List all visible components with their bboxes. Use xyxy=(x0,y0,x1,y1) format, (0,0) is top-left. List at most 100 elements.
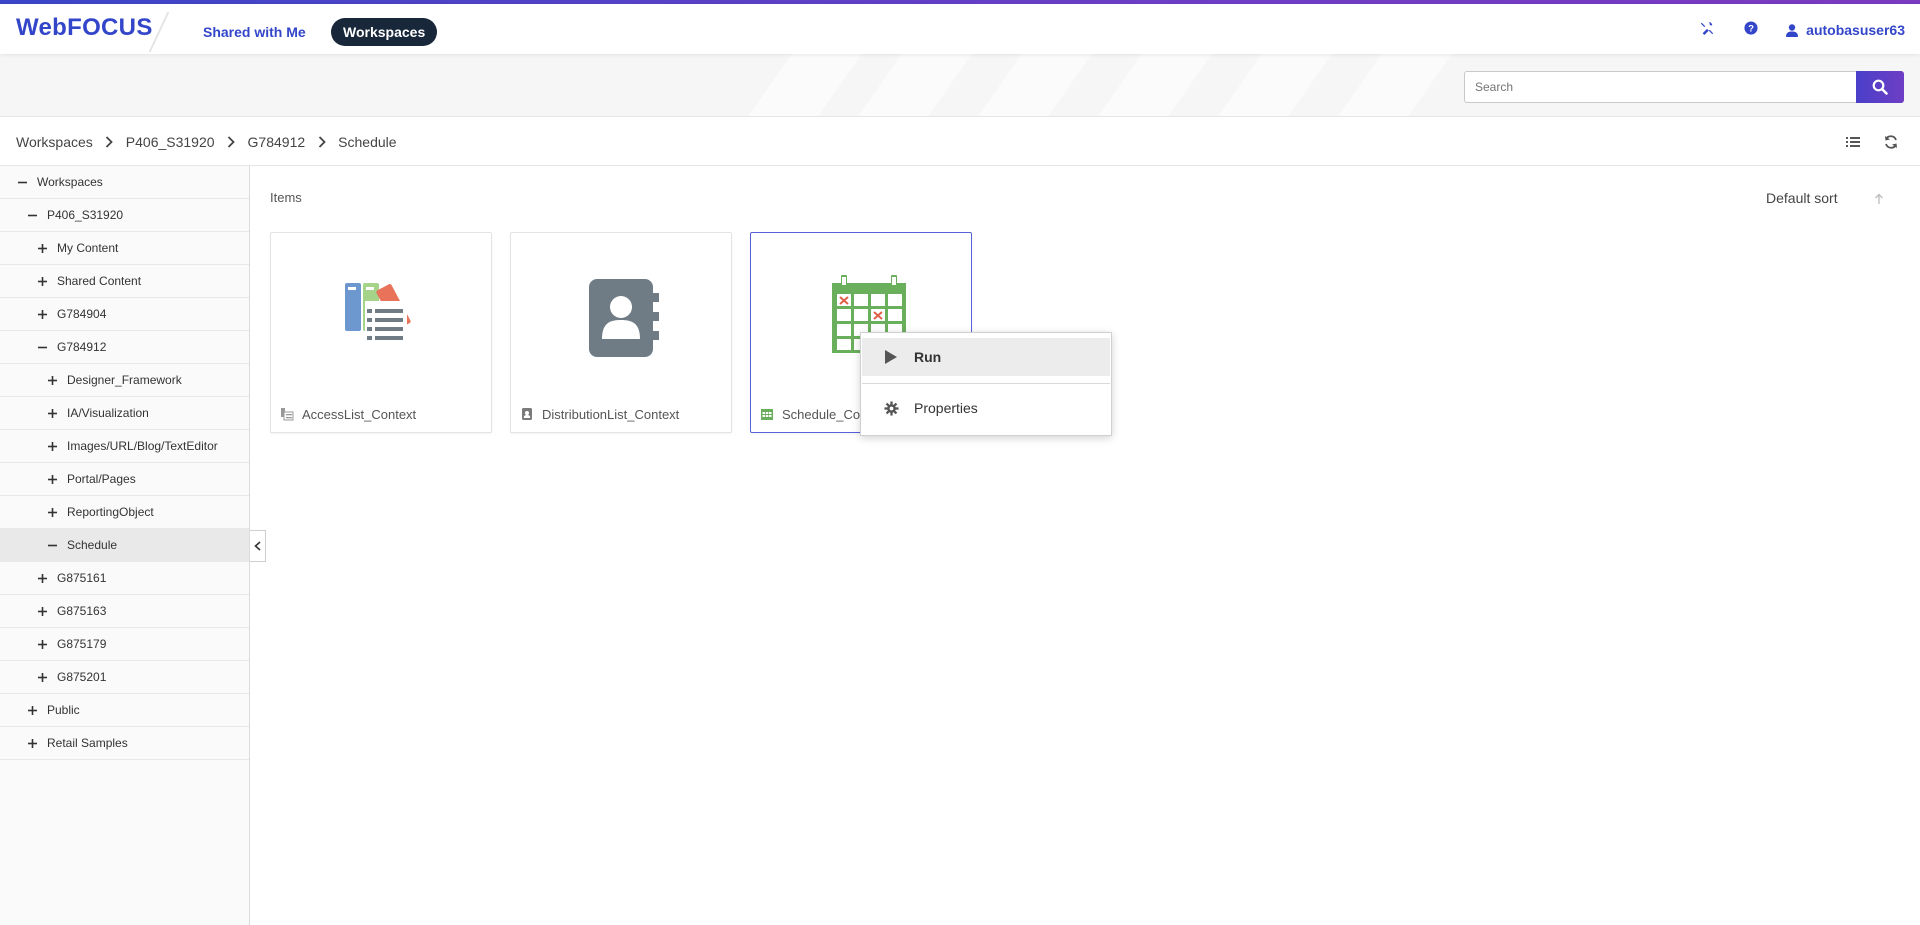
collapse-icon[interactable] xyxy=(37,342,47,352)
list-view-icon[interactable] xyxy=(1843,132,1863,152)
tree-item-label: G875179 xyxy=(57,637,107,651)
tree-item-g875179[interactable]: G875179 xyxy=(0,628,249,661)
collapse-icon[interactable] xyxy=(17,177,27,187)
menu-item-label: Properties xyxy=(914,400,978,416)
tree-item-g875163[interactable]: G875163 xyxy=(0,595,249,628)
chevron-right-icon xyxy=(305,136,338,148)
nav-shared-with-me[interactable]: Shared with Me xyxy=(203,18,306,46)
items-heading: Items xyxy=(270,190,302,205)
expand-icon[interactable] xyxy=(37,276,47,286)
breadcrumb-item-schedule[interactable]: Schedule xyxy=(338,134,396,150)
tree-item-label: G784904 xyxy=(57,307,107,321)
breadcrumb-item-g784912[interactable]: G784912 xyxy=(248,134,306,150)
tree-item-public[interactable]: Public xyxy=(0,694,249,727)
item-card-name: AccessList_Context xyxy=(302,406,417,422)
item-card-name: DistributionList_Context xyxy=(542,406,680,422)
tree-item-portal-pages[interactable]: Portal/Pages xyxy=(0,463,249,496)
menu-divider xyxy=(862,383,1110,384)
play-icon xyxy=(882,348,900,366)
tree-item-retail-samples[interactable]: Retail Samples xyxy=(0,727,249,760)
tree-item-label: ReportingObject xyxy=(67,505,154,519)
expand-icon[interactable] xyxy=(47,507,57,517)
menu-item-properties[interactable]: Properties xyxy=(862,389,1110,427)
refresh-icon[interactable] xyxy=(1881,132,1901,152)
search-input[interactable] xyxy=(1464,71,1856,103)
gear-icon xyxy=(882,399,900,417)
tree-item-label: Shared Content xyxy=(57,274,142,288)
expand-icon[interactable] xyxy=(37,309,47,319)
expand-icon[interactable] xyxy=(37,243,47,253)
tree-item-label: Workspaces xyxy=(37,175,103,189)
chevron-left-icon xyxy=(254,541,261,551)
search-band xyxy=(0,54,1920,116)
sort-dropdown[interactable]: Default sort xyxy=(1766,190,1838,206)
tree-item-workspaces[interactable]: Workspaces xyxy=(0,166,249,199)
tree-item-label: G875201 xyxy=(57,670,107,684)
expand-icon[interactable] xyxy=(27,738,37,748)
tree-item-my-content[interactable]: My Content xyxy=(0,232,249,265)
tree-item-designer-framework[interactable]: Designer_Framework xyxy=(0,364,249,397)
tree-item-label: Designer_Framework xyxy=(67,373,182,387)
menu-item-label: Run xyxy=(914,349,942,365)
menu-item-run[interactable]: Run xyxy=(862,338,1110,376)
tree-item-label: IA/Visualization xyxy=(67,406,149,420)
expand-icon[interactable] xyxy=(37,606,47,616)
tree-item-label: Images/URL/Blog/TextEditor xyxy=(67,439,218,453)
chevron-right-icon xyxy=(215,136,248,148)
distribution-list-small-icon xyxy=(522,408,532,420)
item-card-label: AccessList_Context xyxy=(280,405,485,423)
username: autobasuser63 xyxy=(1806,22,1905,38)
tree-item-g875201[interactable]: G875201 xyxy=(0,661,249,694)
expand-icon[interactable] xyxy=(47,408,57,418)
tree-item-label: Public xyxy=(47,703,80,717)
tree-item-g875161[interactable]: G875161 xyxy=(0,562,249,595)
arrow-up-icon xyxy=(1875,193,1883,204)
schedule-small-icon xyxy=(761,409,773,420)
expand-icon[interactable] xyxy=(47,375,57,385)
tree-item-label: Schedule xyxy=(67,538,118,552)
breadcrumb-bar: Workspaces P406_S31920 G784912 Schedule xyxy=(0,116,1920,166)
expand-icon[interactable] xyxy=(37,672,47,682)
sidebar-collapse-button[interactable] xyxy=(250,530,266,562)
expand-icon[interactable] xyxy=(37,573,47,583)
tree-item-label: G875161 xyxy=(57,571,107,585)
expand-icon[interactable] xyxy=(37,639,47,649)
tree-item-g784904[interactable]: G784904 xyxy=(0,298,249,331)
expand-icon[interactable] xyxy=(47,441,57,451)
search-icon xyxy=(1872,79,1888,95)
tree-item-label: My Content xyxy=(57,241,119,255)
breadcrumb: Workspaces P406_S31920 G784912 Schedule xyxy=(16,117,397,167)
collapse-icon[interactable] xyxy=(47,540,57,550)
expand-icon[interactable] xyxy=(47,474,57,484)
breadcrumb-item-workspaces[interactable]: Workspaces xyxy=(16,134,93,150)
collapse-icon[interactable] xyxy=(27,210,37,220)
tools-icon[interactable] xyxy=(1695,16,1719,40)
distribution-list-icon xyxy=(572,271,672,359)
sort-direction-button[interactable] xyxy=(1870,190,1888,208)
item-card-distributionlist[interactable]: DistributionList_Context xyxy=(510,232,732,433)
item-card-label: DistributionList_Context xyxy=(520,405,725,423)
tree-item-schedule[interactable]: Schedule xyxy=(0,529,249,562)
item-card-accesslist[interactable]: AccessList_Context xyxy=(270,232,492,433)
tree-item-label: P406_S31920 xyxy=(47,208,124,222)
webfocus-logo[interactable]: WebFOCUS xyxy=(16,14,153,42)
tree-item-label: Retail Samples xyxy=(47,736,128,750)
user-icon xyxy=(1786,23,1799,37)
tree-item-label: G784912 xyxy=(57,340,107,354)
top-navigation-bar: WebFOCUS Shared with Me Workspaces ? aut… xyxy=(0,4,1920,54)
access-list-icon xyxy=(332,271,432,359)
user-menu[interactable]: autobasuser63 xyxy=(1786,18,1905,42)
help-icon[interactable]: ? xyxy=(1739,16,1763,40)
tree-item-shared-content[interactable]: Shared Content xyxy=(0,265,249,298)
tree-item-images-url-blog[interactable]: Images/URL/Blog/TextEditor xyxy=(0,430,249,463)
workspace-tree: Workspaces P406_S31920 My Content Shared… xyxy=(0,166,250,925)
search-button[interactable] xyxy=(1856,71,1904,103)
tree-item-reporting-object[interactable]: ReportingObject xyxy=(0,496,249,529)
context-menu: Run Properties xyxy=(860,332,1112,436)
tree-item-g784912[interactable]: G784912 xyxy=(0,331,249,364)
expand-icon[interactable] xyxy=(27,705,37,715)
tree-item-p406-s31920[interactable]: P406_S31920 xyxy=(0,199,249,232)
breadcrumb-item-p406[interactable]: P406_S31920 xyxy=(126,134,215,150)
tree-item-ia-visualization[interactable]: IA/Visualization xyxy=(0,397,249,430)
nav-workspaces[interactable]: Workspaces xyxy=(331,18,438,46)
